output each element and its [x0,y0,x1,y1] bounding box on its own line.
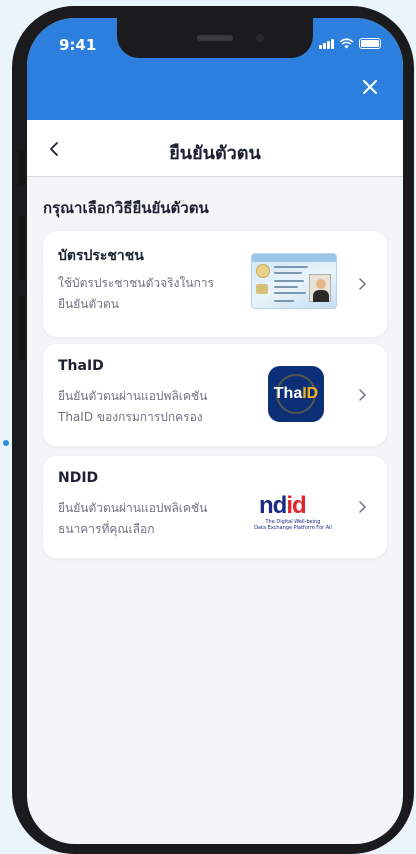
front-camera [256,34,264,42]
method-title: ThaID [58,358,104,374]
phone-notch [117,18,313,58]
thaid-app-logo: ThaID [268,366,324,422]
volume-down-button [19,296,25,360]
method-card-thaid[interactable]: ThaID ยืนยันตัวตนผ่านแอปพลิเคชัน ThaID ข… [43,344,387,446]
battery-icon [359,38,381,49]
phone-screen: 9:41 ยืนยันตัวตน กรุณาเลือกวิธียืนยันตัว… [27,18,403,844]
method-card-id-card[interactable]: บัตรประชาชน ใช้บัตรประชาชนตัวจริงในการ ย… [43,231,387,337]
cellular-signal-icon [319,38,334,49]
wifi-icon [339,38,354,49]
status-time: 9:41 [59,36,97,54]
speaker-grille [197,35,233,41]
method-description: ยืนยันตัวตนผ่านแอปพลิเคชัน ธนาคารที่คุณเ… [58,501,208,536]
method-title: บัตรประชาชน [58,248,144,264]
ndid-logo: ndid The Digital Well-being Data Exchang… [254,492,332,531]
navigation-bar: ยืนยันตัวตน [27,120,403,177]
chevron-right-icon [359,389,366,401]
mute-switch [19,151,25,185]
thai-id-card-image [251,253,337,309]
chevron-right-icon [359,278,366,290]
method-title: NDID [58,470,99,486]
volume-up-button [19,216,25,280]
status-icons [319,38,381,49]
method-card-ndid[interactable]: NDID ยืนยันตัวตนผ่านแอปพลิเคชัน ธนาคารที… [43,456,387,558]
chevron-right-icon [359,501,366,513]
method-description: ใช้บัตรประชาชนตัวจริงในการ ยืนยันตัวตน [58,276,214,311]
close-icon[interactable] [359,76,381,98]
app-header: 9:41 [27,18,403,120]
method-description: ยืนยันตัวตนผ่านแอปพลิเคชัน ThaID ของกรมก… [58,389,208,424]
page-title: ยืนยันตัวตน [169,143,261,164]
section-title: กรุณาเลือกวิธียืนยันตัวตน [43,199,209,217]
decorative-dot [3,440,9,446]
